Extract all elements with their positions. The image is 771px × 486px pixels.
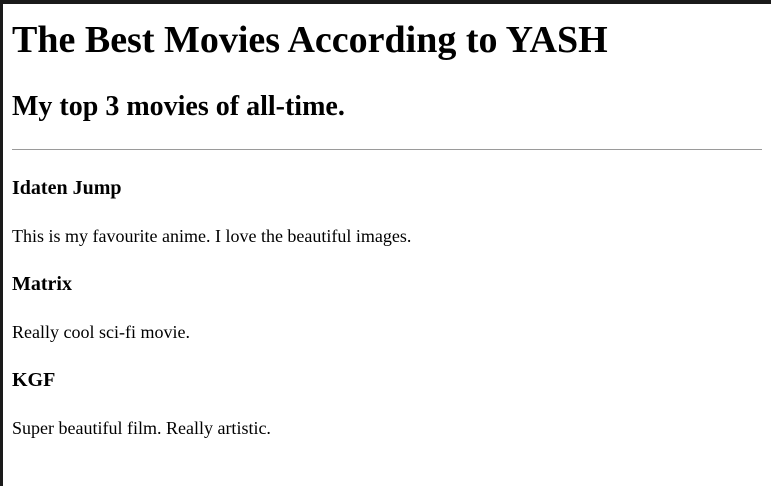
movie-item: Matrix Really cool sci-fi movie. xyxy=(12,272,762,343)
movie-title: Idaten Jump xyxy=(12,177,122,199)
divider xyxy=(12,149,762,150)
movie-description: This is my favourite anime. I love the b… xyxy=(12,226,412,246)
page-title: The Best Movies According to YASH xyxy=(12,19,608,61)
page-content: The Best Movies According to YASH My top… xyxy=(3,18,771,439)
page-subtitle: My top 3 movies of all-time. xyxy=(12,91,345,122)
movie-description: Super beautiful film. Really artistic. xyxy=(12,418,271,438)
movie-item: KGF Super beautiful film. Really artisti… xyxy=(12,368,762,439)
movie-title: Matrix xyxy=(12,273,72,295)
movie-item: Idaten Jump This is my favourite anime. … xyxy=(12,176,762,247)
movie-title: KGF xyxy=(12,369,56,391)
movie-description: Really cool sci-fi movie. xyxy=(12,322,190,342)
